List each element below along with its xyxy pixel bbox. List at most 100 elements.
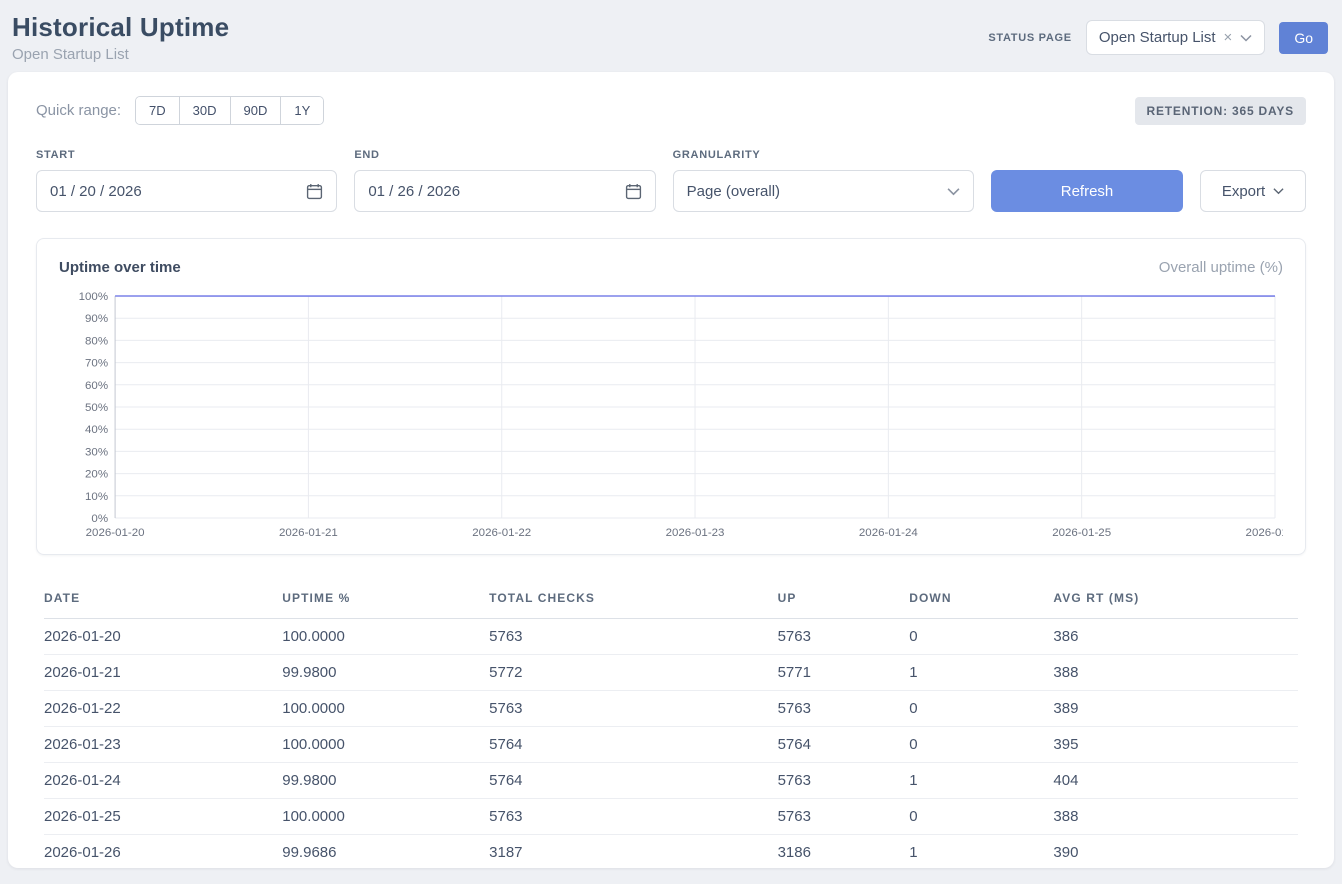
svg-text:2026-01-25: 2026-01-25 [1052, 527, 1111, 539]
table-cell: 5764 [489, 763, 777, 799]
table-cell: 1 [909, 763, 1053, 799]
chevron-down-icon [947, 187, 960, 196]
quick-range-row: Quick range: 7D30D90D1Y RETENTION: 365 D… [36, 96, 1306, 125]
granularity-select[interactable]: Page (overall) [673, 170, 974, 212]
export-button[interactable]: Export [1200, 170, 1306, 212]
refresh-button[interactable]: Refresh [991, 170, 1183, 212]
table-cell: 395 [1053, 727, 1298, 763]
table-cell: 2026-01-26 [44, 835, 282, 871]
main-panel: Quick range: 7D30D90D1Y RETENTION: 365 D… [8, 72, 1334, 868]
granularity-label: GRANULARITY [673, 149, 974, 161]
table-cell: 100.0000 [282, 727, 489, 763]
table-cell: 5771 [778, 655, 910, 691]
table-cell: 2026-01-23 [44, 727, 282, 763]
svg-text:2026-01-23: 2026-01-23 [666, 527, 725, 539]
svg-text:60%: 60% [85, 380, 108, 392]
table-cell: 3187 [489, 835, 777, 871]
chart-header: Uptime over time Overall uptime (%) [59, 259, 1283, 276]
table-cell: 2026-01-24 [44, 763, 282, 799]
svg-text:0%: 0% [91, 513, 108, 525]
quick-range-label: Quick range: [36, 102, 121, 119]
svg-text:40%: 40% [85, 424, 108, 436]
chevron-down-icon [1240, 34, 1252, 42]
svg-text:10%: 10% [85, 491, 108, 503]
uptime-line-chart: 0%10%20%30%40%50%60%70%80%90%100%2026-01… [59, 290, 1283, 544]
svg-text:100%: 100% [79, 291, 108, 303]
title-block: Historical Uptime Open Startup List [12, 12, 229, 63]
clear-selection-icon[interactable]: × [1224, 30, 1233, 45]
start-date-input[interactable]: 01 / 20 / 2026 [36, 170, 337, 212]
table-cell: 5763 [778, 619, 910, 655]
end-date-input[interactable]: 01 / 26 / 2026 [354, 170, 655, 212]
status-page-select[interactable]: Open Startup List × [1086, 20, 1266, 55]
page-subtitle: Open Startup List [12, 46, 229, 63]
table-cell: 386 [1053, 619, 1298, 655]
table-cell: 1 [909, 835, 1053, 871]
column-header: UP [778, 583, 910, 619]
start-date-field: START 01 / 20 / 2026 [36, 149, 337, 212]
table-cell: 99.9800 [282, 763, 489, 799]
table-row: 2026-01-23100.0000576457640395 [44, 727, 1298, 763]
table-cell: 5763 [778, 799, 910, 835]
svg-text:2026-01-22: 2026-01-22 [472, 527, 531, 539]
quick-range-7d[interactable]: 7D [136, 97, 179, 124]
page-header: Historical Uptime Open Startup List STAT… [0, 0, 1342, 72]
quick-range-90d[interactable]: 90D [230, 97, 281, 124]
table-cell: 0 [909, 799, 1053, 835]
svg-text:70%: 70% [85, 358, 108, 370]
export-button-label: Export [1222, 183, 1265, 200]
table-row: 2026-01-25100.0000576357630388 [44, 799, 1298, 835]
status-page-selected-value: Open Startup List [1099, 29, 1216, 46]
table-cell: 5763 [489, 691, 777, 727]
table-cell: 99.9686 [282, 835, 489, 871]
table-cell: 100.0000 [282, 619, 489, 655]
quick-range-group: 7D30D90D1Y [135, 96, 324, 125]
svg-text:20%: 20% [85, 469, 108, 481]
table-cell: 2026-01-25 [44, 799, 282, 835]
header-controls: STATUS PAGE Open Startup List × Go [988, 20, 1328, 55]
chart-title: Uptime over time [59, 259, 181, 276]
table-cell: 0 [909, 691, 1053, 727]
table-cell: 5763 [489, 619, 777, 655]
table-cell: 5763 [489, 799, 777, 835]
calendar-icon[interactable] [306, 183, 323, 200]
table-cell: 100.0000 [282, 799, 489, 835]
table-body: 2026-01-20100.00005763576303862026-01-21… [44, 619, 1298, 871]
column-header: TOTAL CHECKS [489, 583, 777, 619]
quick-range-1y[interactable]: 1Y [280, 97, 323, 124]
table-cell: 0 [909, 619, 1053, 655]
svg-text:2026-01-21: 2026-01-21 [279, 527, 338, 539]
filter-form: START 01 / 20 / 2026 END 01 / 26 / 2026 … [36, 149, 1306, 212]
table-cell: 5764 [489, 727, 777, 763]
table-cell: 388 [1053, 655, 1298, 691]
table-cell: 388 [1053, 799, 1298, 835]
table-cell: 1 [909, 655, 1053, 691]
start-date-label: START [36, 149, 337, 161]
table-row: 2026-01-2499.9800576457631404 [44, 763, 1298, 799]
svg-text:2026-01-26: 2026-01-26 [1246, 527, 1283, 539]
svg-text:2026-01-20: 2026-01-20 [86, 527, 145, 539]
table-cell: 0 [909, 727, 1053, 763]
table-row: 2026-01-2699.9686318731861390 [44, 835, 1298, 871]
calendar-icon[interactable] [625, 183, 642, 200]
end-date-field: END 01 / 26 / 2026 [354, 149, 655, 212]
go-button[interactable]: Go [1279, 22, 1328, 54]
table-cell: 5764 [778, 727, 910, 763]
table-cell: 2026-01-21 [44, 655, 282, 691]
table-cell: 390 [1053, 835, 1298, 871]
table-cell: 5772 [489, 655, 777, 691]
retention-badge: RETENTION: 365 DAYS [1135, 97, 1306, 125]
column-header: UPTIME % [282, 583, 489, 619]
table-cell: 5763 [778, 691, 910, 727]
table-cell: 100.0000 [282, 691, 489, 727]
uptime-chart-card: Uptime over time Overall uptime (%) 0% 10… [36, 238, 1306, 555]
end-date-label: END [354, 149, 655, 161]
page-title: Historical Uptime [12, 12, 229, 43]
svg-text:50%: 50% [85, 402, 108, 414]
table-cell: 5763 [778, 763, 910, 799]
quick-range-30d[interactable]: 30D [179, 97, 230, 124]
svg-text:30%: 30% [85, 446, 108, 458]
table-row: 2026-01-2199.9800577257711388 [44, 655, 1298, 691]
table-cell: 99.9800 [282, 655, 489, 691]
column-header: AVG RT (MS) [1053, 583, 1298, 619]
